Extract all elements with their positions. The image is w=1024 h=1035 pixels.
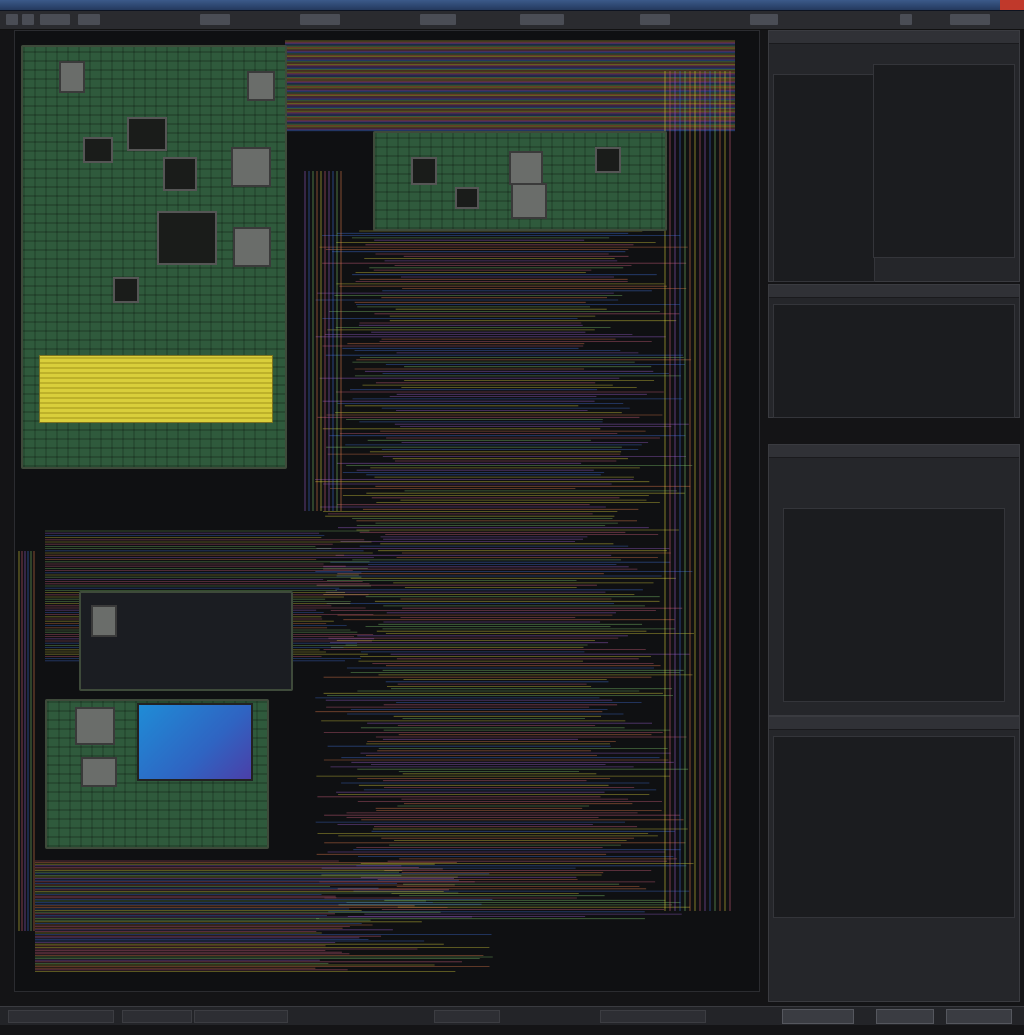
menu-tools[interactable] bbox=[520, 14, 564, 25]
connector-component[interactable] bbox=[247, 71, 275, 101]
pcb-layout-canvas[interactable] bbox=[14, 30, 760, 992]
console-output bbox=[773, 736, 1015, 918]
panel-header bbox=[769, 285, 1019, 298]
layer-list[interactable] bbox=[783, 508, 1005, 702]
ic-chip[interactable] bbox=[411, 157, 437, 185]
menu-file[interactable] bbox=[40, 14, 70, 25]
menu-edit[interactable] bbox=[78, 14, 100, 25]
display-module[interactable] bbox=[137, 703, 253, 781]
ic-chip[interactable] bbox=[127, 117, 167, 151]
ic-chip[interactable] bbox=[509, 151, 543, 185]
connector-component[interactable] bbox=[59, 61, 85, 93]
ic-chip[interactable] bbox=[113, 277, 139, 303]
apply-button[interactable] bbox=[946, 1009, 1012, 1024]
open-icon[interactable] bbox=[22, 14, 34, 25]
panel-header bbox=[769, 445, 1019, 458]
module-connector[interactable] bbox=[79, 591, 293, 691]
menu-help[interactable] bbox=[750, 14, 778, 25]
ic-chip[interactable] bbox=[511, 183, 547, 219]
ic-chip[interactable] bbox=[163, 157, 197, 191]
statusbar bbox=[0, 1006, 1024, 1025]
bus-connector-block[interactable] bbox=[39, 355, 273, 423]
pcb-board-secondary[interactable] bbox=[373, 131, 667, 231]
status-field bbox=[8, 1010, 114, 1023]
window-titlebar bbox=[0, 0, 1024, 11]
connector-component[interactable] bbox=[75, 707, 115, 745]
menu-view[interactable] bbox=[200, 14, 230, 25]
ic-chip[interactable] bbox=[231, 147, 271, 187]
property-values[interactable] bbox=[873, 64, 1015, 258]
netlist-panel bbox=[768, 284, 1020, 418]
status-field bbox=[434, 1010, 500, 1023]
connector-component[interactable] bbox=[81, 757, 117, 787]
connector-component[interactable] bbox=[91, 605, 117, 637]
ic-chip[interactable] bbox=[595, 147, 621, 173]
panel-header bbox=[769, 717, 1019, 730]
ic-chip[interactable] bbox=[455, 187, 479, 209]
menu-route[interactable] bbox=[420, 14, 456, 25]
pcb-board-main[interactable] bbox=[21, 45, 287, 469]
close-icon[interactable] bbox=[1000, 0, 1024, 10]
search-icon[interactable] bbox=[950, 14, 990, 25]
ok-button[interactable] bbox=[782, 1009, 854, 1024]
layers-panel bbox=[768, 444, 1020, 716]
status-field bbox=[194, 1010, 288, 1023]
panel-header bbox=[769, 31, 1019, 44]
menu-place[interactable] bbox=[300, 14, 340, 25]
pcb-board-display[interactable] bbox=[45, 699, 269, 849]
cpu-chip[interactable] bbox=[157, 211, 217, 265]
menu-window[interactable] bbox=[640, 14, 670, 25]
properties-panel bbox=[768, 30, 1020, 282]
property-labels bbox=[773, 74, 875, 282]
ic-chip[interactable] bbox=[233, 227, 271, 267]
main-toolbar bbox=[0, 11, 1024, 30]
file-icon[interactable] bbox=[6, 14, 18, 25]
netlist-list[interactable] bbox=[773, 304, 1015, 418]
status-field bbox=[122, 1010, 192, 1023]
cancel-button[interactable] bbox=[876, 1009, 934, 1024]
ic-chip[interactable] bbox=[83, 137, 113, 163]
settings-icon[interactable] bbox=[900, 14, 912, 25]
status-field bbox=[600, 1010, 706, 1023]
console-panel bbox=[768, 716, 1020, 1002]
